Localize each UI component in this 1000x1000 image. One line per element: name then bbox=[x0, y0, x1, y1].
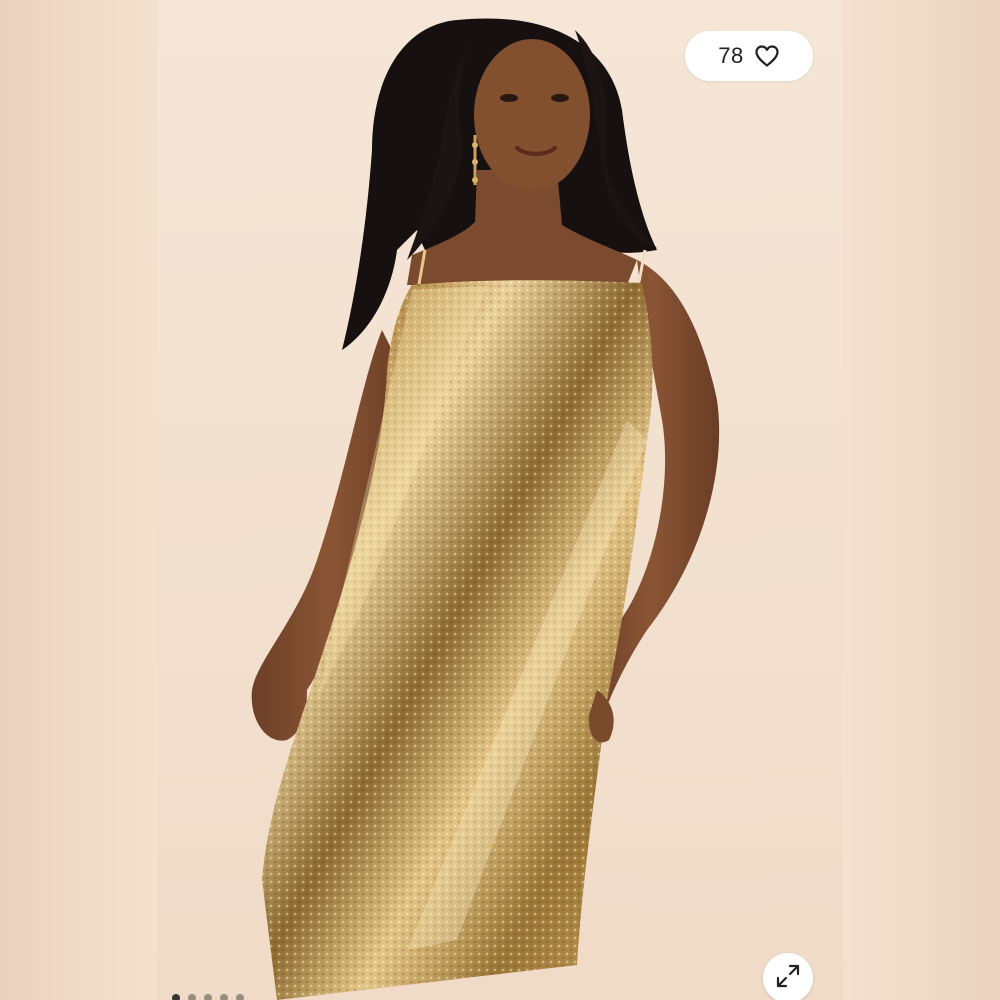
blurred-backdrop-left bbox=[0, 0, 157, 1000]
product-photo-illustration bbox=[251, 18, 720, 1000]
carousel-dot[interactable] bbox=[188, 994, 196, 1000]
expand-arrows-icon bbox=[775, 963, 801, 994]
carousel-dot[interactable] bbox=[236, 994, 244, 1000]
carousel-dot[interactable] bbox=[204, 994, 212, 1000]
product-photo[interactable] bbox=[157, 0, 843, 1000]
like-button[interactable]: 78 bbox=[685, 31, 813, 81]
heart-outline-icon bbox=[754, 44, 780, 68]
carousel-dot[interactable] bbox=[220, 994, 228, 1000]
expand-image-button[interactable] bbox=[763, 953, 813, 1000]
listing-image-viewer: 78 bbox=[0, 0, 1000, 1000]
blurred-backdrop-right bbox=[843, 0, 1000, 1000]
likes-count: 78 bbox=[718, 43, 744, 68]
carousel-dot[interactable] bbox=[172, 994, 180, 1000]
carousel-indicator bbox=[172, 994, 244, 1000]
